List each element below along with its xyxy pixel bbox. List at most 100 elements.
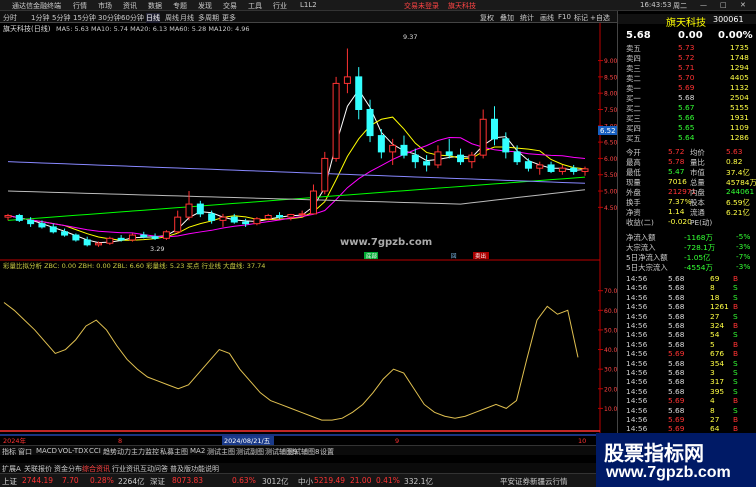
btn-huaxian[interactable]: 画线 — [540, 13, 554, 23]
tick-row-cell: S — [733, 368, 738, 377]
date-label-8: 8 — [118, 437, 122, 445]
btn-zixuan[interactable]: +自选 — [590, 13, 610, 23]
tab-30min[interactable]: 30分钟 — [98, 13, 121, 23]
menu-hy[interactable]: 行业 — [273, 1, 287, 11]
idx-sh-name[interactable]: 上证 — [2, 476, 17, 487]
idx-sh-pct: 0.28% — [90, 476, 114, 485]
tab-vol[interactable]: VOL-TDX — [58, 447, 88, 455]
tab-1min[interactable]: 1分钟 — [31, 13, 49, 23]
close-icon[interactable]: ✕ — [740, 1, 746, 9]
tick-row-cell: 5.68 — [668, 386, 685, 396]
tick-row-cell: 54 — [710, 330, 720, 340]
tick-row-cell: B — [733, 274, 739, 283]
title-bar: 通达信金融终端 行情 市场 资讯 数据 专题 发现 交易 工具 行业 L1L2 … — [0, 0, 756, 11]
tab-zhuli[interactable]: 主力监控 — [131, 447, 159, 457]
menu-l1l2[interactable]: L1L2 — [300, 1, 317, 9]
candle-body — [208, 213, 216, 221]
maximize-icon[interactable]: □ — [720, 1, 727, 9]
idx-sz-pct: 0.63% — [232, 476, 256, 485]
tab-test-main[interactable]: 测试主图 — [207, 447, 235, 457]
tab-more[interactable]: 更多 — [222, 13, 236, 23]
tab-weekly[interactable]: 周线 — [165, 13, 179, 23]
stat-row: 收益(二) -0.020 PE(动) — [618, 217, 756, 227]
candle-body — [513, 151, 521, 163]
price-tick-label: 6.00 — [604, 156, 617, 163]
stock-header: 旗天科技 300061 — [618, 14, 756, 29]
menu-sj[interactable]: 数据 — [148, 1, 162, 11]
ind-tick-label: 10.00 — [604, 406, 617, 413]
stat-row: 现量 7016 总量 45784万 — [618, 177, 756, 187]
menu-sc[interactable]: 市场 — [98, 1, 112, 11]
candle-body — [343, 76, 351, 84]
idx-sh-value: 2744.19 — [22, 476, 54, 485]
btn-tongji[interactable]: 统计 — [520, 13, 534, 23]
indicator-tabs: 指标 窗口 MACD VOL-TDX CCI 趋势动力 主力监控 私募主图 MA… — [0, 445, 617, 457]
ask-row-cell: 5.71 — [678, 63, 695, 72]
tick-row-cell: S — [733, 377, 738, 387]
tab-daily[interactable]: 日线 — [146, 13, 160, 23]
candle-body — [140, 234, 148, 238]
flow-row: 大宗流入 -728.1万 -3% — [618, 242, 756, 252]
ask-row: 卖三 5.71 1294 — [618, 63, 756, 73]
tab-ma2[interactable]: MA2 — [190, 447, 205, 455]
tab-qushi[interactable]: 趋势动力 — [103, 447, 131, 457]
flow-row: 5日大宗流入 -4554万 -3% — [618, 262, 756, 272]
menu-gj[interactable]: 工具 — [248, 1, 262, 11]
tab-cci[interactable]: CCI — [89, 447, 101, 455]
tick-row-cell: 354 — [710, 358, 725, 368]
stat-row-cell: 0.82 — [726, 157, 743, 166]
tab-5min[interactable]: 5分钟 — [52, 13, 70, 23]
ask-row-cell: 1748 — [730, 53, 749, 62]
bid-row: 买二 5.67 5155 — [618, 103, 756, 113]
ind-tick-label: 60.00 — [604, 308, 617, 315]
flow-row-cell: -5% — [736, 232, 751, 241]
candle-body — [72, 234, 80, 241]
minimize-icon[interactable]: — — [700, 1, 707, 9]
candle-body — [196, 203, 204, 215]
bid-row: 买三 5.66 1931 — [618, 113, 756, 123]
tab-fenshi[interactable]: 分时 — [3, 13, 17, 23]
candle-body — [524, 161, 532, 169]
tab-60min[interactable]: 60分钟 — [121, 13, 144, 23]
tick-row-cell: 14:56 — [626, 274, 648, 283]
candle-body — [558, 167, 566, 172]
tab-test-sub[interactable]: 测试副图 — [236, 447, 264, 457]
btn-biaoji[interactable]: 标记 — [574, 13, 588, 23]
tab-test-8[interactable]: 测试辅图8 — [287, 447, 319, 457]
menu-zt[interactable]: 专题 — [173, 1, 187, 11]
tick-row-cell: 14:56 — [626, 292, 648, 302]
ask-row-cell: 5.69 — [678, 83, 695, 92]
bid-row-cell: 5.67 — [678, 103, 695, 112]
idx-sh-amount: 2264亿 — [118, 477, 145, 486]
candle-body — [581, 168, 589, 172]
tab-macd[interactable]: MACD — [36, 447, 57, 455]
tick-row-cell: 14:56 — [626, 377, 648, 387]
tab-multi[interactable]: 多周期 — [198, 13, 219, 23]
tab-settings[interactable]: 设置 — [320, 447, 334, 457]
tab-simu[interactable]: 私募主图 — [160, 447, 188, 457]
btn-fuquan[interactable]: 复权 — [480, 13, 494, 23]
tab-15min[interactable]: 15分钟 — [73, 13, 96, 23]
tick-row-cell: 18 — [710, 292, 720, 302]
price-tick-label: 8.00 — [604, 91, 617, 98]
menu-fx[interactable]: 发现 — [198, 1, 212, 11]
stock-title: 旗天科技(日线) — [3, 24, 51, 33]
tab-monthly[interactable]: 月线 — [180, 13, 194, 23]
idx-sz-name[interactable]: 深证 — [150, 476, 165, 487]
stat-row-cell: 7016 — [668, 177, 687, 186]
menu-jy[interactable]: 交易 — [223, 1, 237, 11]
candle-body — [389, 144, 397, 153]
kline-chart[interactable]: 旗天科技(日线) MA5: 5.63 MA10: 5.74 MA20: 6.13… — [0, 23, 617, 473]
candle-body — [366, 108, 374, 137]
tab-chuangkou[interactable]: 窗口 — [18, 447, 32, 457]
idx-zx-name[interactable]: 中小 — [298, 476, 313, 487]
btn-f10[interactable]: F10 — [558, 13, 571, 21]
menu-hq[interactable]: 行情 — [73, 1, 87, 11]
bid-row-cell: 1109 — [730, 123, 749, 132]
tick-row-cell: 5.69 — [668, 396, 685, 406]
ask-row-cell: 1735 — [730, 43, 749, 52]
btn-diejia[interactable]: 叠加 — [500, 13, 514, 23]
tick-row-cell: 5.68 — [668, 405, 685, 415]
menu-zx[interactable]: 资讯 — [123, 1, 137, 11]
tab-zhibiao[interactable]: 指标 — [2, 447, 16, 457]
